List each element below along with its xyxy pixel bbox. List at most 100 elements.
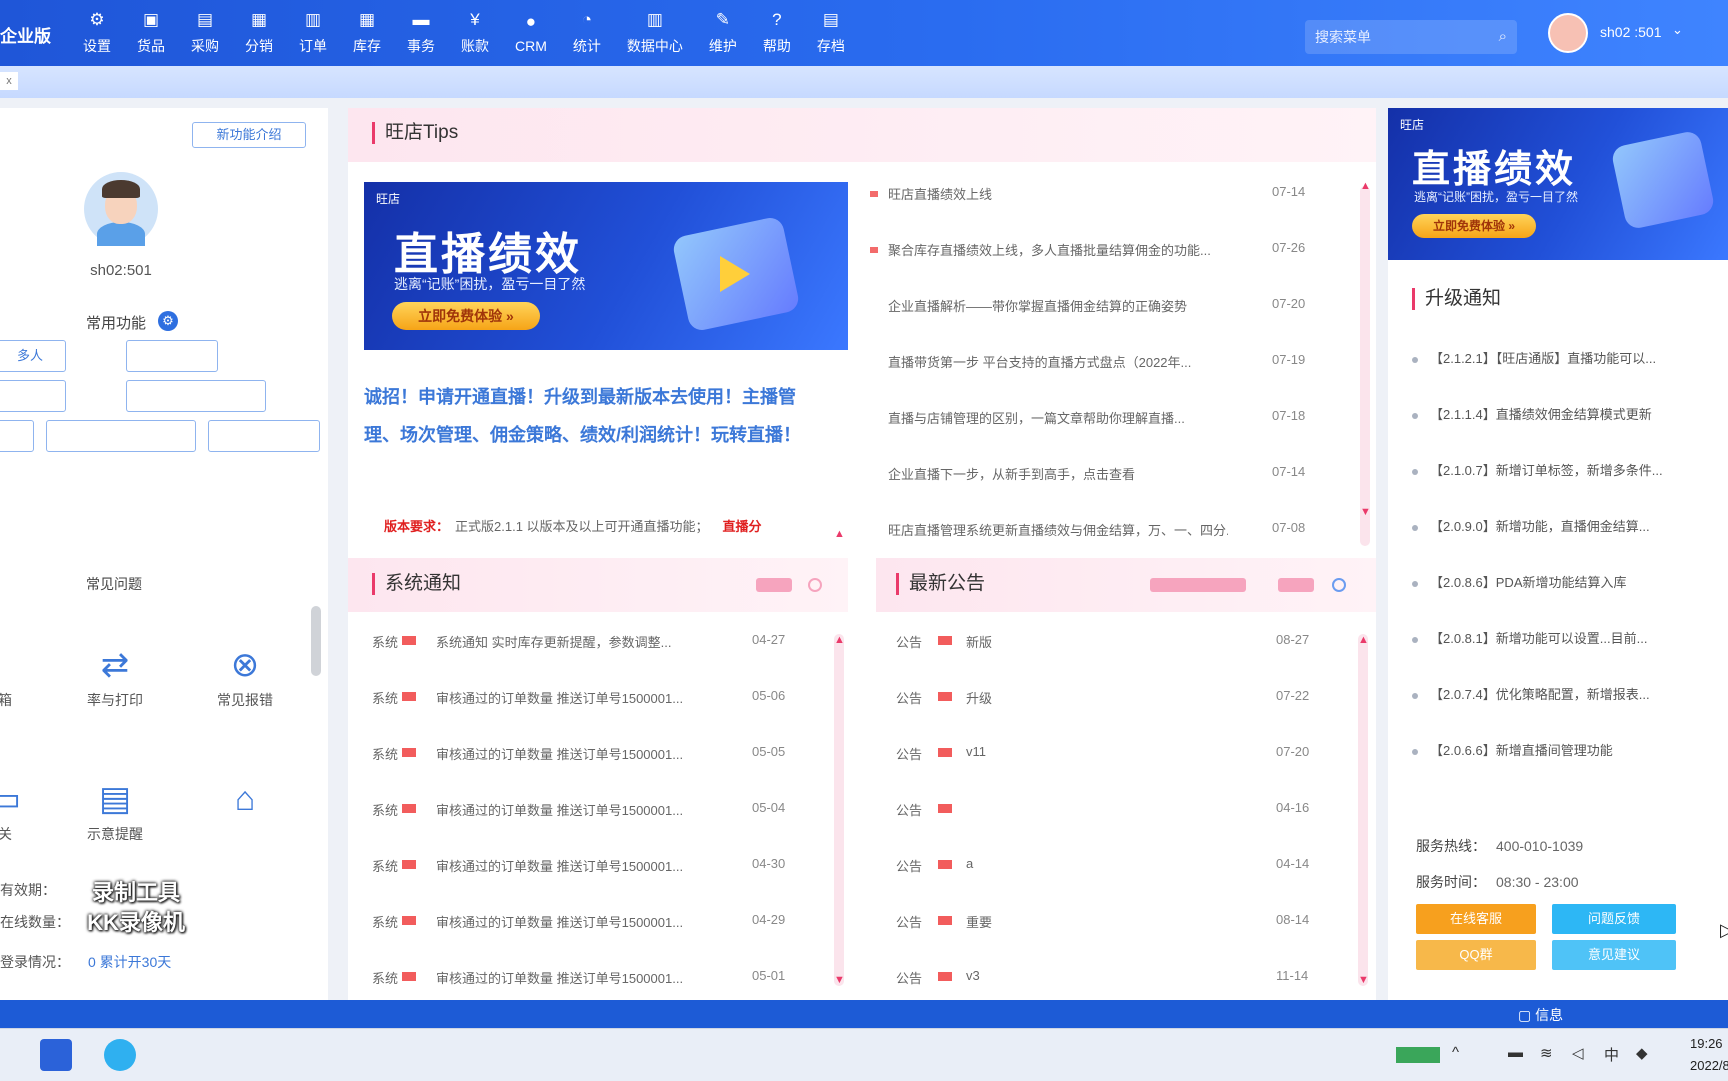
tool-item[interactable]: ⊗ 常见报错 xyxy=(190,644,300,710)
free-trial-button[interactable]: 立即免费体验 » xyxy=(1412,214,1536,238)
list-item[interactable]: 【2.0.7.4】优化策略配置，新增报表... xyxy=(1412,684,1728,703)
tip-item[interactable]: 旺店直播绩效上线 07-14 xyxy=(870,184,1328,204)
quick-button[interactable] xyxy=(0,420,34,452)
quick-button[interactable] xyxy=(126,340,218,372)
nav-goods[interactable]: ▣ 货品 xyxy=(124,0,178,66)
nav-accounts[interactable]: ¥ 账款 xyxy=(448,0,502,66)
volume-icon[interactable]: ◁ xyxy=(1572,1044,1584,1062)
list-item[interactable]: 【2.1.1.4】直播绩效佣金结算模式更新 xyxy=(1412,404,1728,423)
search-icon[interactable]: ⌕ xyxy=(1499,20,1507,54)
nav-orders[interactable]: ▥ 订单 xyxy=(286,0,340,66)
list-item[interactable]: 【2.0.9.0】新增功能，直播佣金结算... xyxy=(1412,516,1728,535)
promo-text[interactable]: 诚招！申请开通直播！升级到最新版本去使用！主播管理、场次管理、佣金策略、绩效/利… xyxy=(364,378,824,454)
nav-maintenance[interactable]: ✎ 维护 xyxy=(696,0,750,66)
browser-app-icon[interactable] xyxy=(104,1039,136,1071)
nav-help[interactable]: ? 帮助 xyxy=(750,0,804,66)
wifi-icon[interactable]: ≋ xyxy=(1540,1044,1553,1062)
quick-button[interactable] xyxy=(46,420,196,452)
list-item[interactable]: 公告 04-16 xyxy=(896,800,1362,820)
nav-settings[interactable]: ⚙ 设置 xyxy=(70,0,124,66)
erp-app-icon[interactable] xyxy=(40,1039,72,1071)
refresh-icon[interactable] xyxy=(1332,578,1346,592)
tip-item[interactable]: 企业直播下一步，从新手到高手，点击查看 07-14 xyxy=(888,464,1328,484)
nav-data-center[interactable]: ▥ 数据中心 xyxy=(614,0,696,66)
app-tray-icon[interactable]: ◆ xyxy=(1636,1044,1648,1062)
list-item[interactable]: 公告 v3 11-14 xyxy=(896,968,1362,988)
nav-statistics[interactable]: ◔ 统计 xyxy=(560,0,614,66)
chevron-down-icon[interactable]: ▼ xyxy=(1358,974,1369,986)
nav-inventory[interactable]: ▦ 库存 xyxy=(340,0,394,66)
chevron-up-icon[interactable]: ▲ xyxy=(834,634,845,646)
list-item[interactable]: 系统 审核通过的订单数量 推送订单号1500001... 05-04 xyxy=(372,800,838,820)
nav-crm[interactable]: ● CRM xyxy=(502,0,560,66)
nav-affairs[interactable]: ▬ 事务 xyxy=(394,0,448,66)
chevron-up-icon[interactable]: ▲ xyxy=(834,528,845,540)
chevron-up-icon[interactable]: ^ xyxy=(1452,1044,1459,1061)
list-item[interactable]: 系统 审核通过的订单数量 推送订单号1500001... 05-06 xyxy=(372,688,838,708)
quick-button[interactable] xyxy=(126,380,266,412)
new-features-button[interactable]: 新功能介绍 xyxy=(192,122,306,148)
chevron-down-icon[interactable]: ▼ xyxy=(1360,506,1371,518)
scrollbar[interactable] xyxy=(1358,634,1368,986)
battery-icon[interactable] xyxy=(1396,1047,1440,1063)
suggestion-button[interactable]: 意见建议 xyxy=(1552,940,1676,970)
tip-item[interactable]: 聚合库存直播绩效上线，多人直播批量结算佣金的功能... 07-26 xyxy=(870,240,1328,260)
live-performance-banner[interactable]: 旺店 直播绩效 逃离“记账”困扰，盈亏一目了然 立即免费体验 » xyxy=(1388,108,1728,260)
online-support-button[interactable]: 在线客服 xyxy=(1416,904,1536,934)
scrollbar[interactable] xyxy=(1360,186,1370,546)
main-content: 旺店Tips 旺店 直播绩效 逃离“记账”困扰，盈亏一目了然 立即免费体验 » … xyxy=(348,108,1376,1000)
list-item[interactable]: 公告 新版 08-27 xyxy=(896,632,1362,652)
list-item[interactable]: 系统 审核通过的订单数量 推送订单号1500001... 05-01 xyxy=(372,968,838,988)
bar-icon: ▏ xyxy=(0,646,19,684)
menu-search-input[interactable]: 搜索菜单 ⌕ xyxy=(1305,20,1517,54)
live-performance-banner[interactable]: 旺店 直播绩效 逃离“记账”困扰，盈亏一目了然 立即免费体验 » xyxy=(364,182,848,350)
tip-item[interactable]: 直播与店铺管理的区别，一篇文章帮助你理解直播... 07-18 xyxy=(888,408,1328,428)
gear-icon[interactable]: ⚙ xyxy=(158,311,178,331)
chevron-down-icon[interactable]: ▼ xyxy=(834,974,845,986)
list-item[interactable]: 公告 a 04-14 xyxy=(896,856,1362,876)
list-item[interactable]: 【2.1.0.7】新增订单标签，新增多条件... xyxy=(1412,460,1728,479)
tool-item[interactable]: ⇄ 率与打印 xyxy=(60,644,170,710)
avatar[interactable] xyxy=(1548,13,1588,53)
close-icon[interactable]: x xyxy=(0,72,18,90)
network-icon[interactable]: ▬ xyxy=(1508,1044,1523,1061)
list-item[interactable]: 公告 升级 07-22 xyxy=(896,688,1362,708)
list-item[interactable]: 系统 审核通过的订单数量 推送订单号1500001... 05-05 xyxy=(372,744,838,764)
quick-button[interactable] xyxy=(0,380,66,412)
tool-item[interactable]: ⌂ xyxy=(190,778,300,824)
scrollbar[interactable] xyxy=(309,588,323,808)
refresh-icon[interactable] xyxy=(808,578,822,592)
nav-archive[interactable]: ▤ 存档 xyxy=(804,0,858,66)
list-item[interactable]: 系统 系统通知 实时库存更新提醒，参数调整... 04-27 xyxy=(372,632,838,652)
chevron-up-icon[interactable]: ▲ xyxy=(1360,180,1371,192)
input-method-icon[interactable]: 中 xyxy=(1604,1044,1619,1065)
list-item[interactable]: 【2.1.2.1】【旺店通版】直播功能可以... xyxy=(1412,348,1728,367)
tool-item[interactable]: ▤ 示意提醒 xyxy=(60,778,170,844)
quick-button[interactable] xyxy=(208,420,320,452)
info-button[interactable]: ▢ 信息 xyxy=(1518,1005,1563,1025)
chevron-down-icon[interactable]: ⌄ xyxy=(1672,22,1683,38)
qq-group-button[interactable]: QQ群 xyxy=(1416,940,1536,970)
list-item[interactable]: 【2.0.8.1】新增功能可以设置...目前... xyxy=(1412,628,1728,647)
list-item[interactable]: 公告 v11 07-20 xyxy=(896,744,1362,764)
list-item[interactable]: 【2.0.8.6】PDA新增功能结算入库 xyxy=(1412,572,1728,591)
list-item[interactable]: 系统 审核通过的订单数量 推送订单号1500001... 04-29 xyxy=(372,912,838,932)
list-item[interactable]: 系统 审核通过的订单数量 推送订单号1500001... 04-30 xyxy=(372,856,838,876)
brand-logo: 旺店 xyxy=(376,192,401,206)
tip-item[interactable]: 直播带货第一步 平台支持的直播方式盘点（2022年... 07-19 xyxy=(888,352,1328,372)
nav-purchase[interactable]: ▤ 采购 xyxy=(178,0,232,66)
username-label[interactable]: sh02 :501 xyxy=(1600,24,1662,40)
quick-button[interactable]: 多人 xyxy=(0,340,66,372)
list-item[interactable]: 【2.0.6.6】新增直播间管理功能 xyxy=(1412,740,1728,759)
tool-item[interactable]: ▭ 关 xyxy=(0,778,60,844)
free-trial-button[interactable]: 立即免费体验 » xyxy=(392,302,540,330)
tip-item[interactable]: 旺店直播管理系统更新直播绩效与佣金结算，万、一、四分... 07-08 xyxy=(888,520,1328,540)
nav-distribution[interactable]: ▦ 分销 xyxy=(232,0,286,66)
tool-item[interactable]: ▏ 箱 xyxy=(0,644,60,710)
feedback-button[interactable]: 问题反馈 xyxy=(1552,904,1676,934)
list-item[interactable]: 公告 重要 08-14 xyxy=(896,912,1362,932)
scrollbar[interactable] xyxy=(834,634,844,986)
system-clock[interactable]: 19:26 2022/8 xyxy=(1690,1033,1728,1077)
tip-item[interactable]: 企业直播解析——带你掌握直播佣金结算的正确姿势 07-20 xyxy=(888,296,1328,316)
chevron-up-icon[interactable]: ▲ xyxy=(1358,634,1369,646)
